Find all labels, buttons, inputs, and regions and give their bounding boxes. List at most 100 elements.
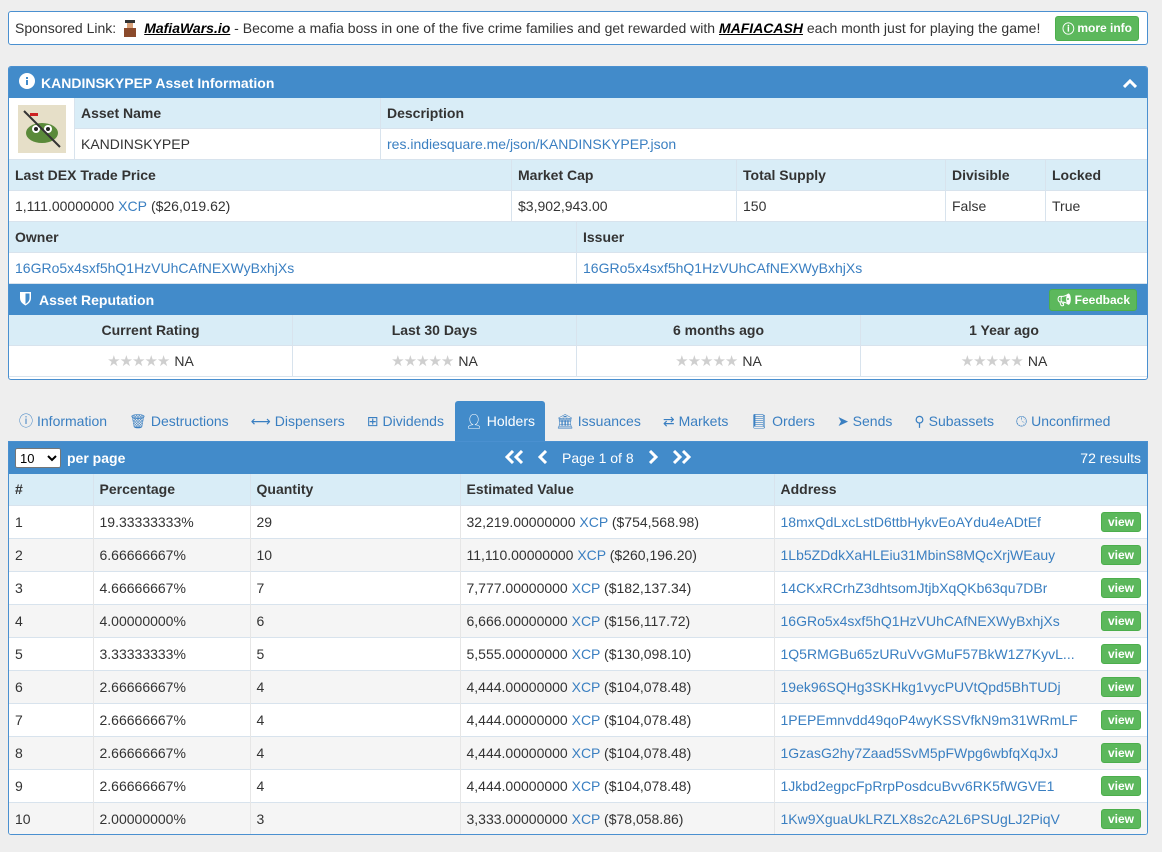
more-info-label: more info	[1077, 21, 1132, 35]
more-info-button[interactable]: ⓘ more info	[1055, 15, 1139, 41]
holder-address-link[interactable]: 1Lb5ZDdkXaHLEiu31MbinS8MQcXrjWEauy	[781, 547, 1056, 563]
rating-6m-header: 6 months ago	[577, 315, 861, 346]
percentage-cell: 2.66666667%	[93, 768, 251, 802]
holder-address-link[interactable]: 16GRo5x4sxf5hQ1HzVUhCAfNEXWyBxhjXs	[781, 613, 1060, 629]
tab-label: Dispensers	[274, 413, 345, 429]
tab-dividends[interactable]: ⊞ Dividends	[356, 401, 455, 441]
asset-name-value: KANDINSKYPEP	[75, 129, 381, 160]
view-button[interactable]: view	[1100, 610, 1141, 631]
feedback-button[interactable]: 📢︎ Feedback	[1049, 288, 1137, 311]
xcp-link[interactable]: XCP	[577, 547, 606, 563]
owner-header: Owner	[9, 222, 577, 253]
holder-address-link[interactable]: 1Q5RMGBu65zURuVvGMuF57BkW1Z7KyvL...	[781, 646, 1075, 662]
rank-cell: 9	[9, 768, 94, 802]
tab-sends[interactable]: ➤ Sends	[826, 401, 903, 441]
holder-address-link[interactable]: 18mxQdLxcLstD6ttbHykvEoAYdu4eADtEf	[781, 514, 1041, 530]
value-usd: ($754,568.98)	[611, 513, 700, 530]
rank-cell: 5	[9, 636, 94, 670]
table-row: 1 19.33333333% 29 32,219.00000000 XCP ($754…	[9, 504, 1147, 538]
view-button[interactable]: view	[1100, 577, 1141, 598]
rating-6m-text: NA	[742, 353, 762, 369]
holder-address-link[interactable]: 19ek96SQHg3SKHkg1vycPUVtQpd5BhTUDj	[781, 679, 1061, 695]
table-row: 10 2.00000000% 3 3,333.00000000 XCP ($78,05…	[9, 801, 1147, 834]
xcp-link[interactable]: XCP	[572, 646, 601, 662]
xcp-link[interactable]: XCP	[572, 613, 601, 629]
view-button[interactable]: view	[1100, 709, 1141, 730]
col-address: Address	[774, 474, 1147, 505]
holder-address-link[interactable]: 1Jkbd2egpcFpRrpPosdcuBvv6RK5fWGVE1	[781, 778, 1055, 794]
tab-markets[interactable]: ⇄ Markets	[652, 401, 740, 441]
tab-label: Issuances	[577, 413, 641, 429]
value-usd: ($182,137.34)	[604, 579, 692, 596]
table-row: 4 4.00000000% 6 6,666.00000000 XCP ($156,11…	[9, 603, 1147, 637]
rating-current-text: NA	[174, 353, 194, 369]
tab-subassets[interactable]: ⚲ Subassets	[903, 401, 1005, 441]
value-usd: ($104,078.48)	[604, 777, 692, 794]
rank-cell: 4	[9, 603, 94, 637]
view-button[interactable]: view	[1100, 511, 1141, 532]
owner-address-link[interactable]: 16GRo5x4sxf5hQ1HzVUhCAfNEXWyBxhjXs	[15, 260, 294, 276]
feedback-label: Feedback	[1074, 292, 1130, 307]
view-button[interactable]: view	[1100, 808, 1141, 829]
issuer-address-link[interactable]: 16GRo5x4sxf5hQ1HzVUhCAfNEXWyBxhjXs	[583, 260, 862, 276]
holder-address-link[interactable]: 1GzasG2hy7Zaad5SvM5pFWpg6wbfqXqJxJ	[781, 745, 1059, 761]
xcp-link[interactable]: XCP	[572, 580, 601, 596]
value-usd: ($104,078.48)	[604, 711, 692, 728]
table-row: 8 2.66666667% 4 4,444.00000000 XCP ($104,07…	[9, 735, 1147, 769]
view-button[interactable]: view	[1100, 643, 1141, 664]
quantity-cell: 6	[250, 603, 461, 637]
chevron-up-icon[interactable]	[1122, 75, 1138, 91]
xcp-link[interactable]: XCP	[579, 514, 608, 530]
prev-page-icon[interactable]	[537, 448, 548, 469]
tab-destructions[interactable]: 🗑︎ Destructions	[118, 401, 240, 441]
tab-dispensers[interactable]: ⟷ Dispensers	[240, 401, 356, 441]
tab-unconfirmed[interactable]: 🕓︎ Unconfirmed	[1005, 401, 1121, 441]
sponsor-prefix: Sponsored Link:	[15, 20, 117, 36]
next-page-icon[interactable]	[648, 448, 658, 469]
tab-information[interactable]: ⓘ︎ Information	[8, 401, 118, 441]
value-amount: 4,444.00000000	[466, 744, 568, 761]
xcp-link[interactable]: XCP	[572, 712, 601, 728]
percentage-cell: 19.33333333%	[93, 504, 251, 538]
tab-label: Destructions	[150, 413, 229, 429]
book-icon: 📘︎	[750, 412, 769, 429]
tab-label: Holders	[486, 413, 535, 429]
asset-info-panel: KANDINSKYPEP Asset Information Asset Nam…	[8, 66, 1148, 380]
tab-issuances[interactable]: 🏛︎ Issuances	[545, 401, 652, 441]
value-amount: 4,444.00000000	[466, 777, 568, 794]
address-cell: 1Kw9XguaUkLRZLX8s2cA2L6PSUgLJ2PiqV view	[774, 801, 1147, 834]
per-page-select[interactable]: 10	[15, 448, 61, 468]
tab-holders[interactable]: 👤︎ Holders	[454, 401, 545, 441]
holder-address-link[interactable]: 1PEPEmnvdd49qoP4wyKSSVfkN9m31WRmLF	[781, 712, 1078, 728]
percentage-cell: 2.00000000%	[93, 801, 251, 834]
pagination: Page 1 of 8	[504, 442, 692, 474]
user-icon: 👤︎	[464, 412, 483, 429]
view-button[interactable]: view	[1100, 742, 1141, 763]
view-button[interactable]: view	[1100, 775, 1141, 796]
view-button[interactable]: view	[1100, 676, 1141, 697]
xcp-link[interactable]: XCP	[572, 811, 601, 827]
bank-icon: 🏛︎	[556, 412, 574, 429]
xcp-link[interactable]: XCP	[572, 679, 601, 695]
tab-orders[interactable]: 📘︎ Orders	[739, 401, 826, 441]
value-amount: 7,777.00000000	[466, 579, 568, 596]
info-circle-icon	[19, 73, 35, 92]
first-page-icon[interactable]	[504, 448, 524, 469]
col-quantity: Quantity	[250, 474, 461, 505]
tab-label: Information	[37, 413, 108, 429]
table-row: 3 4.66666667% 7 7,777.00000000 XCP ($182,13…	[9, 570, 1147, 604]
last-page-icon[interactable]	[672, 448, 692, 469]
xcp-link[interactable]: XCP	[118, 198, 147, 214]
view-button[interactable]: view	[1100, 544, 1141, 565]
value-amount: 3,333.00000000	[466, 810, 568, 827]
mafiacash-text: MAFIACASH	[718, 20, 803, 36]
description-link[interactable]: res.indiesquare.me/json/KANDINSKYPEP.jso…	[387, 136, 676, 152]
holder-address-link[interactable]: 1Kw9XguaUkLRZLX8s2cA2L6PSUgLJ2PiqV	[781, 811, 1060, 827]
tab-label: Dividends	[382, 413, 444, 429]
xcp-link[interactable]: XCP	[572, 745, 601, 761]
mafiawars-link[interactable]: MafiaWars.io	[144, 20, 230, 36]
value-amount: 4,444.00000000	[466, 711, 568, 728]
xcp-link[interactable]: XCP	[572, 778, 601, 794]
holder-address-link[interactable]: 14CKxRCrhZ3dhtsomJtjbXqQKb63qu7DBr	[781, 580, 1048, 596]
rank-cell: 7	[9, 702, 94, 736]
